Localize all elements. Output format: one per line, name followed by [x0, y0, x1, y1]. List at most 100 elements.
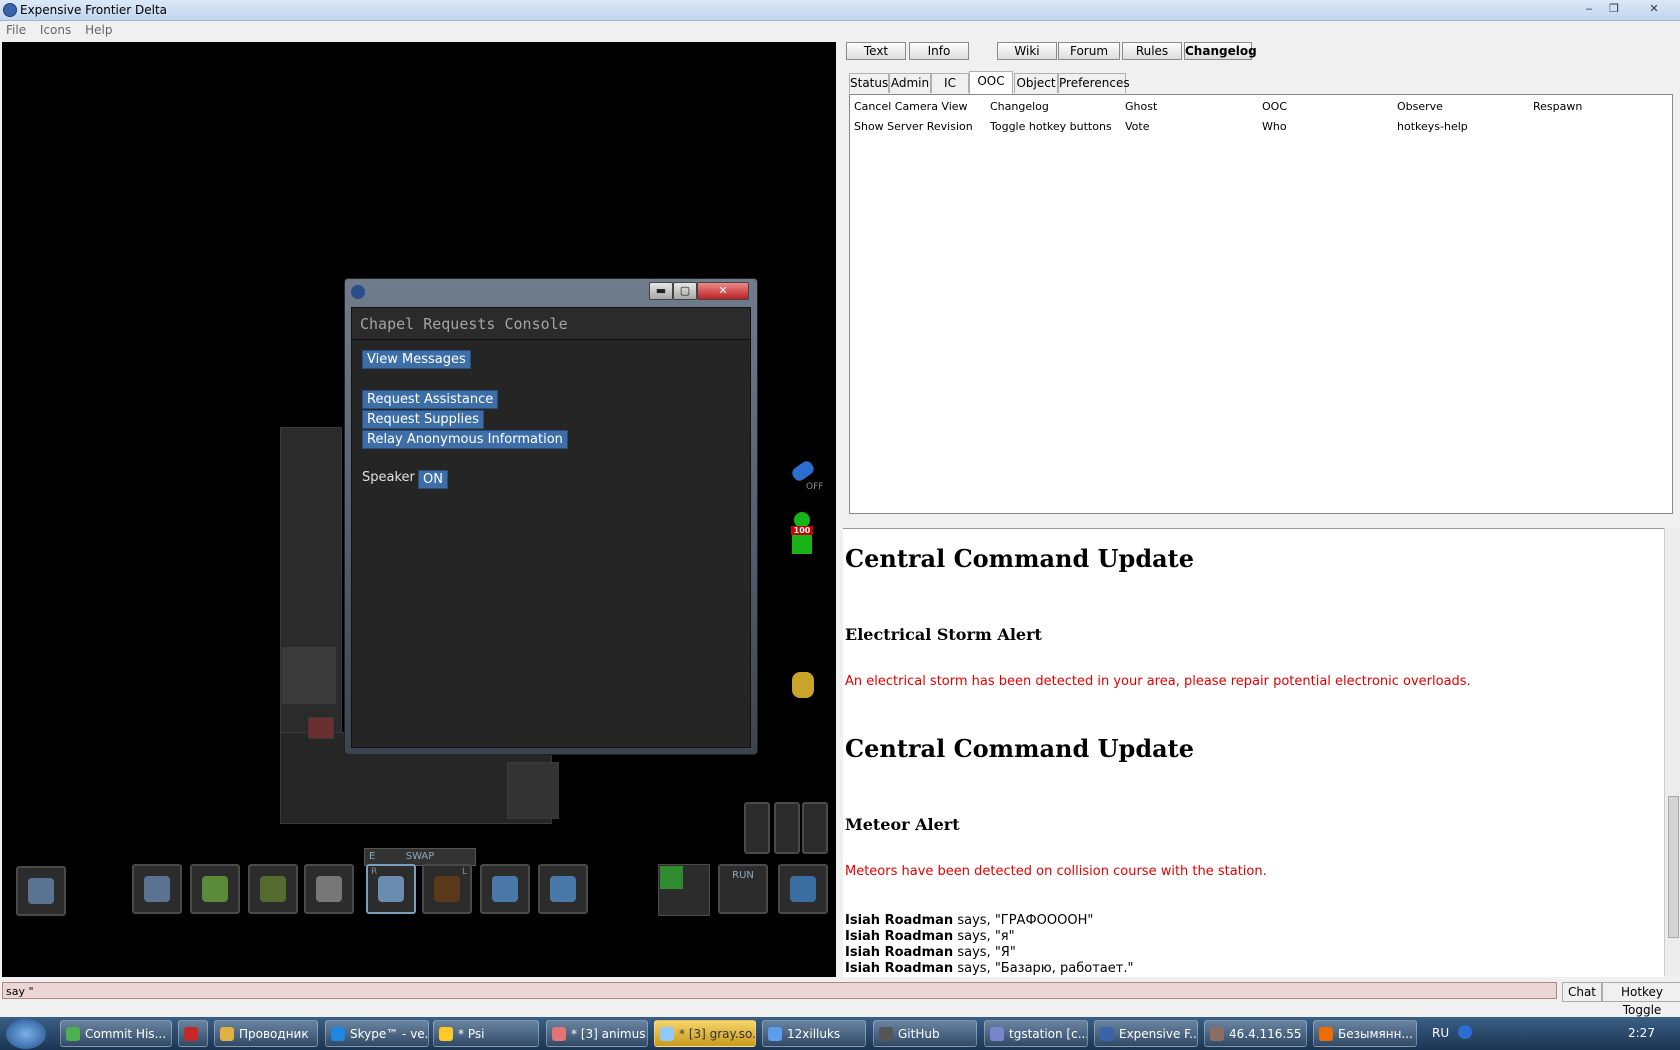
storage-slot[interactable]: [304, 864, 354, 914]
right-hand-slot[interactable]: R: [366, 864, 416, 914]
taskbar-item[interactable]: Expensive F...: [1094, 1020, 1198, 1047]
start-button[interactable]: [6, 1019, 46, 1049]
verb-who[interactable]: Who: [1262, 120, 1287, 133]
taskbar: Commit His... Проводник Skype™ - ve... * Ps…: [0, 1017, 1680, 1050]
verb-show-server-revision[interactable]: Show Server Revision: [854, 120, 973, 133]
taskbar-item[interactable]: 12xilluks: [762, 1020, 866, 1047]
taskbar-item-label: * Psi: [458, 1027, 485, 1041]
request-supplies-button[interactable]: Request Supplies: [362, 410, 484, 429]
pocket-slot-1[interactable]: [480, 864, 530, 914]
health-doll[interactable]: 100: [788, 512, 816, 556]
id-slot[interactable]: [190, 864, 240, 914]
requests-console-window: ▬ ▢ ✕ Chapel Requests Console View Messa…: [344, 278, 758, 755]
left-hand-slot[interactable]: L: [422, 864, 472, 914]
help-intent-icon[interactable]: [660, 866, 683, 889]
popup-maximize-button[interactable]: ▢: [673, 282, 697, 300]
message-text: "Базарю, работает.": [994, 961, 1134, 976]
tab-preferences[interactable]: Preferences: [1058, 73, 1130, 93]
info-button[interactable]: Info: [909, 42, 969, 60]
airlock-door[interactable]: [507, 762, 559, 819]
menu-help[interactable]: Help: [79, 21, 116, 37]
intent-selector[interactable]: [658, 864, 710, 916]
tab-ooc[interactable]: OOC: [969, 71, 1013, 94]
tab-object[interactable]: Object: [1014, 73, 1058, 93]
taskbar-item[interactable]: GitHub: [873, 1020, 977, 1047]
minimize-button[interactable]: ‒: [1578, 1, 1600, 16]
menu-file[interactable]: File: [0, 21, 30, 37]
verb-hotkeys-help[interactable]: hotkeys-help: [1397, 120, 1468, 133]
tab-ic[interactable]: IC: [931, 73, 969, 93]
wiki-button[interactable]: Wiki: [997, 42, 1057, 60]
request-assistance-button[interactable]: Request Assistance: [362, 390, 499, 409]
verb-ooc[interactable]: OOC: [1262, 100, 1287, 113]
taskbar-item[interactable]: Проводник: [214, 1020, 318, 1047]
help-icon[interactable]: [1458, 1025, 1472, 1039]
taskbar-item[interactable]: * [3] animus...: [546, 1020, 648, 1047]
maximize-button[interactable]: ❐: [1603, 1, 1625, 16]
chat-scrollbar[interactable]: [1664, 528, 1680, 976]
tab-admin[interactable]: Admin: [889, 73, 931, 93]
verb-changelog[interactable]: Changelog: [990, 100, 1049, 113]
chat-message: Isiah Roadman says, "ГРАФООООН": [845, 913, 1093, 928]
speaker-toggle-button[interactable]: ON: [418, 470, 448, 489]
chat-button[interactable]: Chat: [1562, 982, 1602, 1002]
storage-icon: [316, 876, 342, 902]
taskbar-item[interactable]: [178, 1020, 208, 1047]
verb-panel: Cancel Camera View Changelog Ghost OOC O…: [849, 94, 1673, 514]
verb-ghost[interactable]: Ghost: [1125, 100, 1157, 113]
hotkey-toggle-button[interactable]: Hotkey Toggle: [1602, 982, 1680, 1017]
verb-cancel-camera-view[interactable]: Cancel Camera View: [854, 100, 968, 113]
fire-alarm[interactable]: [308, 717, 334, 739]
taskbar-item[interactable]: Commit His...: [60, 1020, 172, 1047]
clock[interactable]: 2:27: [1628, 1026, 1655, 1040]
pocket-icon: [550, 876, 576, 902]
taskbar-item[interactable]: 46.4.116.55 ...: [1204, 1020, 1307, 1047]
suit-slot[interactable]: [132, 864, 182, 914]
run-toggle[interactable]: RUN: [718, 864, 768, 914]
backpack-slot[interactable]: [16, 866, 66, 916]
body-zone-icon: [790, 876, 816, 902]
forum-button[interactable]: Forum: [1058, 42, 1120, 60]
taskbar-item[interactable]: * Psi: [433, 1020, 539, 1047]
changelog-button[interactable]: Changelog: [1184, 42, 1257, 60]
scrollbar-thumb[interactable]: [1668, 796, 1679, 938]
menu-icons[interactable]: Icons: [34, 21, 75, 37]
taskbar-item[interactable]: Безымянн...: [1313, 1020, 1417, 1047]
taskbar-item-label: GitHub: [898, 1027, 940, 1041]
speaker-label: Speaker: [362, 470, 415, 485]
rules-button[interactable]: Rules: [1122, 42, 1182, 60]
language-indicator[interactable]: RU: [1432, 1026, 1449, 1040]
speaker-name: Isiah Roadman: [845, 913, 954, 928]
pull-icon[interactable]: [744, 802, 770, 854]
taskbar-item-label: Expensive F...: [1119, 1027, 1198, 1041]
text-button[interactable]: Text: [846, 42, 906, 60]
verb-observe[interactable]: Observe: [1397, 100, 1443, 113]
relay-anonymous-button[interactable]: Relay Anonymous Information: [362, 430, 568, 449]
taskbar-item[interactable]: * [3] gray.so...: [654, 1020, 756, 1047]
tab-status[interactable]: Status: [849, 73, 889, 93]
view-messages-button[interactable]: View Messages: [362, 350, 471, 369]
e-key-label: E: [369, 851, 376, 862]
internals-indicator[interactable]: OFF: [789, 458, 823, 492]
pocket-slot-2[interactable]: [538, 864, 588, 914]
throw-icon[interactable]: [774, 802, 800, 854]
drop-icon[interactable]: [802, 802, 828, 854]
verb-respawn[interactable]: Respawn: [1533, 100, 1582, 113]
app-icon: [1100, 1027, 1114, 1041]
pda-slot[interactable]: [248, 864, 298, 914]
system-tray: RU 2:27: [1422, 1017, 1680, 1050]
speaker-name: Isiah Roadman: [845, 945, 954, 960]
taskbar-item-label: 46.4.116.55 ...: [1229, 1027, 1306, 1041]
taskbar-item[interactable]: tgstation [c...: [984, 1020, 1088, 1047]
taskbar-item[interactable]: Skype™ - ve...: [325, 1020, 429, 1047]
verb-toggle-hotkey-buttons[interactable]: Toggle hotkey buttons: [990, 120, 1112, 133]
chat-message: Isiah Roadman says, "я": [845, 929, 1015, 944]
close-button[interactable]: ✕: [1643, 1, 1665, 16]
command-input[interactable]: say ": [2, 982, 1557, 999]
app-icon: [768, 1027, 782, 1041]
popup-minimize-button[interactable]: ▬: [649, 282, 673, 300]
airlock-door[interactable]: [282, 647, 336, 704]
popup-close-button[interactable]: ✕: [697, 282, 749, 300]
zone-selector[interactable]: [778, 864, 828, 914]
verb-vote[interactable]: Vote: [1125, 120, 1149, 133]
